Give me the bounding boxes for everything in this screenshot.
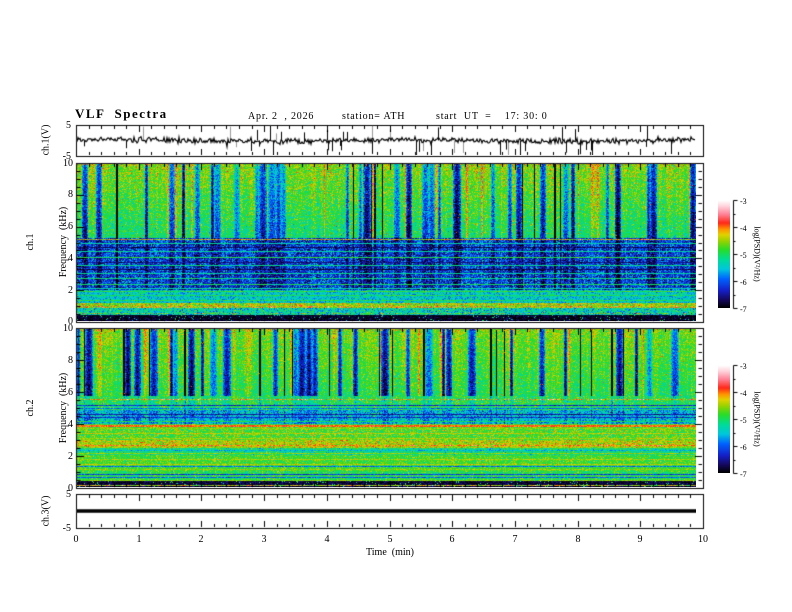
time-axis-title: Time (min) (366, 547, 414, 558)
time-tick-label: 5 (387, 534, 393, 545)
ch3-wave-ylabel: ch.3(V) (40, 495, 52, 527)
volt-tick-label: -5 (62, 523, 71, 534)
colorbar-tick-label: -3 (740, 197, 747, 206)
freq-tick-label: 6 (68, 221, 73, 232)
freq-tick-label: 2 (68, 285, 73, 296)
colorbar-tick-label: -7 (740, 470, 747, 479)
freq-tick-label: 4 (68, 419, 73, 430)
freq-tick-label: 10 (63, 323, 73, 334)
vlf-spectra-figure: VLF Spectra Apr. 2 , 2026 station= ATH s… (0, 0, 792, 612)
freq-axis-label: Frequency (kHz) (58, 372, 69, 444)
time-tick-label: 8 (575, 534, 581, 545)
time-tick-label: 7 (512, 534, 518, 545)
time-tick-label: 6 (449, 534, 455, 545)
ch2-spec-ylabel-line1: ch.2 (25, 399, 36, 417)
ch2-spec-ylabel: ch.2 Frequency (kHz) (3, 373, 91, 444)
time-tick-label: 9 (637, 534, 643, 545)
freq-tick-label: 2 (68, 451, 73, 462)
colorbar-label: log(PSD)(V²/Hz) (752, 226, 762, 282)
ch1-spec-ylabel: ch.1 Frequency (kHz) (3, 207, 91, 278)
freq-axis-label: Frequency (kHz) (58, 206, 69, 278)
ch1-spec-ylabel-line1: ch.1 (25, 233, 36, 251)
freq-tick-label: 8 (68, 355, 73, 366)
time-tick-label: 10 (698, 534, 708, 545)
colorbar-tick-label: -7 (740, 305, 747, 314)
freq-tick-label: 4 (68, 253, 73, 264)
time-tick-label: 4 (324, 534, 330, 545)
volt-tick-label: 5 (66, 489, 71, 500)
freq-tick-label: 10 (63, 158, 73, 169)
time-tick-label: 1 (136, 534, 142, 545)
colorbar-label: log(PSD)(V²/Hz) (752, 391, 762, 447)
freq-tick-label: 6 (68, 387, 73, 398)
freq-tick-label: 8 (68, 189, 73, 200)
time-tick-label: 2 (198, 534, 204, 545)
colorbar-tick-label: -3 (740, 362, 747, 371)
volt-tick-label: 5 (66, 120, 71, 131)
time-tick-label: 0 (73, 534, 79, 545)
axes-overlay-canvas (0, 0, 792, 612)
time-tick-label: 3 (261, 534, 267, 545)
